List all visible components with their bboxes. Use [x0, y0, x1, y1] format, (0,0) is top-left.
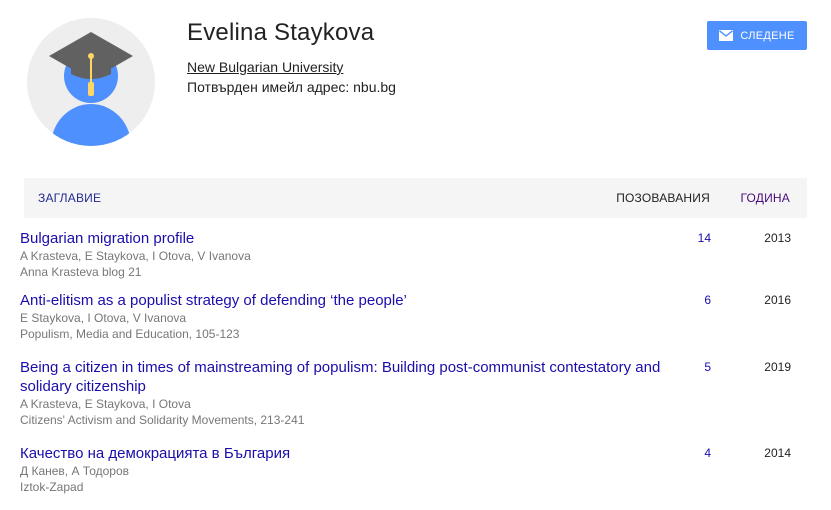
profile-avatar: [27, 18, 155, 146]
article-venue: Populism, Media and Education, 105-123: [20, 327, 240, 341]
follow-button-label: СЛЕДЕНЕ: [740, 29, 795, 42]
article-authors: Д Канев, А Тодоров: [20, 464, 130, 478]
table-row: Качество на демокрацията в България Д Ка…: [20, 444, 791, 495]
publication-year: 2019: [764, 360, 791, 374]
citation-count-link[interactable]: 4: [704, 446, 711, 460]
article-authors: E Staykova, I Otova, V Ivanova: [20, 311, 187, 325]
publication-year: 2014: [764, 446, 791, 460]
profile-name: Evelina Staykova: [187, 19, 375, 46]
citation-count-link[interactable]: 14: [698, 231, 711, 245]
article-title-link[interactable]: Being a citizen in times of mainstreamin…: [20, 358, 680, 396]
article-authors: A Krasteva, E Staykova, I Otova, V Ivano…: [20, 249, 251, 263]
article-title-link[interactable]: Anti-elitism as a populist strategy of d…: [20, 291, 680, 310]
envelope-icon: [719, 30, 734, 41]
affiliation-link[interactable]: New Bulgarian University: [187, 59, 343, 75]
cited-by-header: Позовавания: [616, 191, 710, 205]
article-title-link[interactable]: Bulgarian migration profile: [20, 229, 680, 248]
article-title-link[interactable]: Качество на демокрацията в България: [20, 444, 680, 463]
sort-by-year-header[interactable]: Година: [740, 191, 790, 205]
article-authors: A Krasteva, E Staykova, I Otova: [20, 397, 191, 411]
publication-year: 2016: [764, 293, 791, 307]
table-row: Anti-elitism as a populist strategy of d…: [20, 291, 791, 342]
follow-button[interactable]: СЛЕДЕНЕ: [707, 21, 807, 50]
article-venue: Iztok-Zapad: [20, 480, 84, 494]
article-venue: Anna Krasteva blog 21: [20, 265, 142, 279]
table-header: Заглавие Позовавания Година: [24, 178, 807, 218]
sort-by-title-header[interactable]: Заглавие: [38, 191, 101, 205]
table-row: Being a citizen in times of mainstreamin…: [20, 358, 791, 428]
verified-email: Потвърден имейл адрес: nbu.bg: [187, 79, 396, 95]
citation-count-link[interactable]: 5: [704, 360, 711, 374]
table-row: Bulgarian migration profile A Krasteva, …: [20, 229, 791, 280]
graduation-cap-avatar-icon: [27, 18, 155, 146]
citation-count-link[interactable]: 6: [704, 293, 711, 307]
article-venue: Citizens' Activism and Solidarity Moveme…: [20, 413, 305, 427]
publication-year: 2013: [764, 231, 791, 245]
